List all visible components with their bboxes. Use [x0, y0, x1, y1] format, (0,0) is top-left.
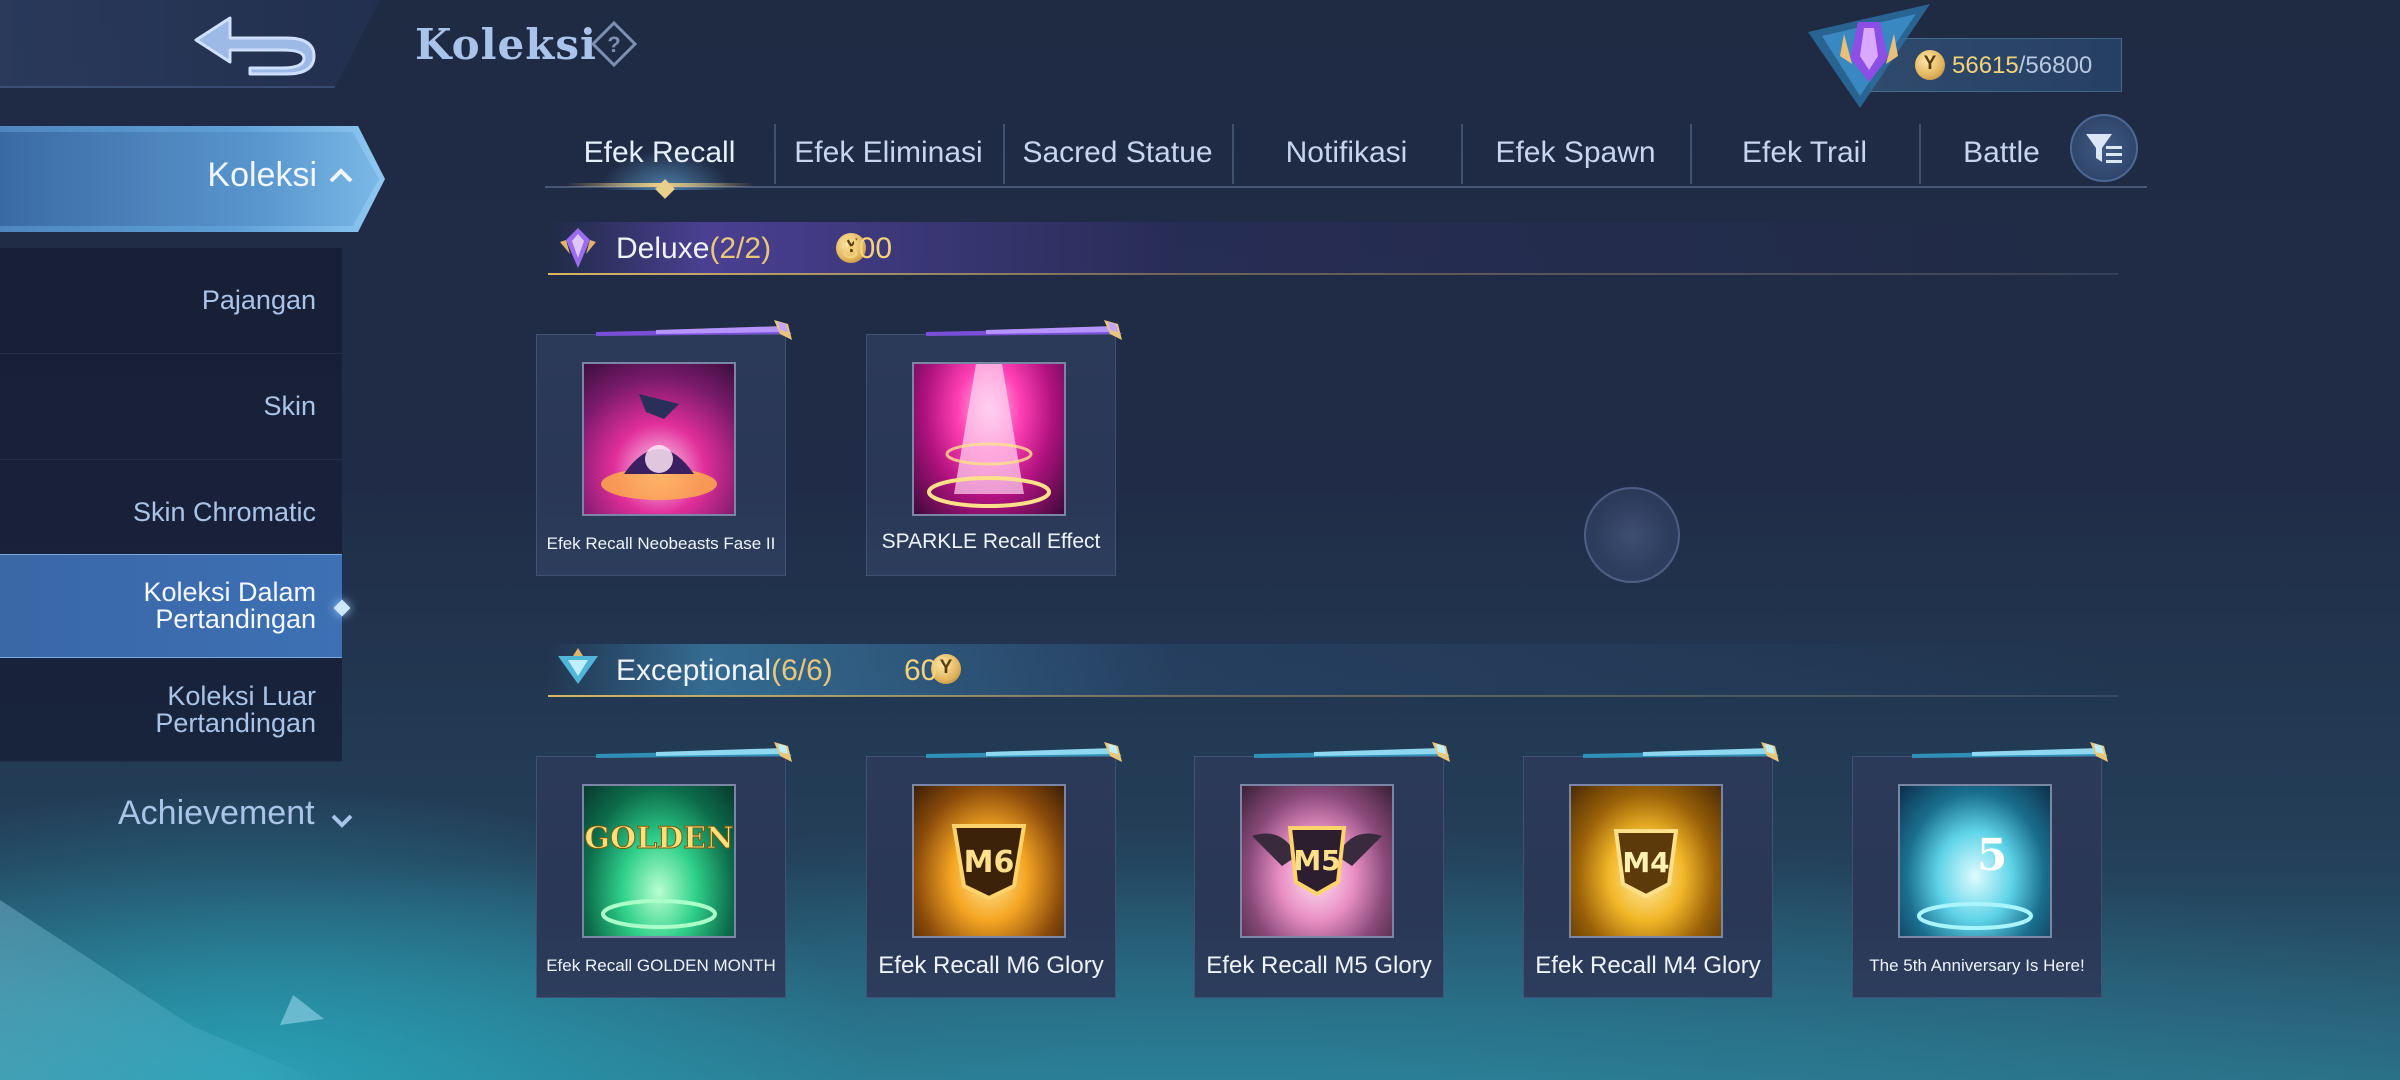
chevron-up-icon [329, 168, 353, 183]
golden-month-art-icon: GOLDEN [584, 821, 734, 929]
recall-card[interactable]: M4 Efek Recall M4 Glory [1523, 736, 1779, 998]
back-arrow-icon [194, 16, 316, 76]
card-thumbnail [912, 362, 1066, 516]
exceptional-price: 60 [904, 654, 938, 687]
card-label: Efek Recall GOLDEN MONTH [546, 956, 776, 975]
filter-icon [2086, 134, 2122, 163]
m4-glory-art-icon: M4 [1613, 829, 1679, 899]
sidebar-item-label: Skin Chromatic [132, 497, 316, 527]
tab-efek-recall[interactable]: Efek Recall [545, 122, 774, 184]
deluxe-header-line [548, 273, 2118, 275]
card-thumbnail: M6 [912, 784, 1066, 938]
card-rarity-ribbon [1583, 742, 1779, 762]
deluxe-gem-icon [560, 228, 596, 268]
tab-efek-trail[interactable]: Efek Trail [1690, 122, 1919, 184]
currency-counter: 56615/56800 [1952, 52, 2092, 80]
filter-button[interactable] [2070, 114, 2138, 182]
recall-card[interactable]: GOLDEN Efek Recall GOLDEN MONTH [536, 736, 792, 998]
recall-card[interactable]: M5 Efek Recall M5 Glory [1194, 736, 1450, 998]
deluxe-title: Deluxe(2/2) [616, 232, 771, 266]
sidebar-item-skin-chromatic[interactable]: Skin Chromatic [0, 460, 342, 566]
sidebar-active-inner [0, 132, 379, 226]
currency-max: 56800 [2025, 52, 2093, 79]
sidebar-item-koleksi-dalam-pertandingan[interactable]: Koleksi Dalam Pertandingan [0, 554, 342, 658]
card-label: The 5th Anniversary Is Here! [1869, 956, 2085, 975]
decorative-crystal [0, 900, 320, 1080]
card-rarity-ribbon [596, 742, 792, 762]
art-text: M5 [1293, 844, 1340, 877]
tab-sacred-statue[interactable]: Sacred Statue [1003, 122, 1232, 184]
sidebar-item-label: Koleksi Dalam Pertandingan [143, 577, 316, 634]
card-label: Efek Recall M6 Glory [878, 952, 1104, 979]
sidebar-achievement[interactable]: Achievement [118, 794, 315, 833]
card-rarity-ribbon [1254, 742, 1450, 762]
sidebar-item-label: Skin [263, 391, 316, 421]
page-title: Koleksi [415, 20, 597, 69]
exceptional-gem-icon [558, 648, 598, 684]
tab-bar: Efek Recall Efek Eliminasi Sacred Statue… [545, 118, 2147, 188]
art-text: M6 [964, 845, 1015, 880]
card-label: SPARKLE Recall Effect [881, 530, 1101, 553]
sidebar-item-label: Pajangan [201, 285, 316, 315]
card-label: Efek Recall M4 Glory [1535, 952, 1761, 979]
card-rarity-ribbon [926, 742, 1122, 762]
card-label: Efek Recall M5 Glory [1206, 952, 1432, 979]
card-rarity-ribbon [926, 320, 1122, 340]
card-thumbnail: 5 [1898, 784, 2052, 938]
m5-glory-art-icon: M5 [1252, 826, 1382, 897]
recall-card[interactable]: SPARKLE Recall Effect [866, 314, 1122, 576]
sidebar-active-label: Koleksi [207, 156, 317, 194]
help-icon[interactable]: ? [590, 20, 638, 68]
tab-baseline [545, 186, 2147, 188]
card-thumbnail: M5 [1240, 784, 1394, 938]
section-name: Deluxe [616, 232, 710, 265]
back-button[interactable] [190, 10, 320, 78]
deluxe-header-band [548, 222, 2118, 274]
chevron-down-icon [331, 814, 353, 828]
card-thumbnail: M4 [1569, 784, 1723, 938]
section-name: Exceptional [616, 654, 772, 687]
section-count: (2/2) [709, 232, 772, 265]
card-thumbnail: GOLDEN [582, 784, 736, 938]
art-text: GOLDEN [584, 821, 733, 856]
m6-glory-art-icon: M6 [951, 824, 1027, 901]
tab-notifikasi[interactable]: Notifikasi [1232, 122, 1461, 184]
exceptional-header-line [548, 695, 2118, 697]
sidebar-koleksi-active[interactable]: Koleksi [0, 126, 385, 232]
anniversary-art-icon: 5 [1917, 816, 2033, 930]
card-rarity-ribbon [1912, 742, 2108, 762]
exceptional-title: Exceptional(6/6) [616, 654, 833, 688]
currency-current: 56615 [1952, 52, 2019, 79]
decorative-crystal [280, 995, 324, 1025]
card-thumbnail [582, 362, 736, 516]
neobeasts-art-icon [601, 394, 717, 500]
art-text: 5 [1977, 830, 2008, 881]
tab-efek-eliminasi[interactable]: Efek Eliminasi [774, 122, 1003, 184]
tab-battle[interactable]: Battle [1919, 122, 2084, 184]
recall-card[interactable]: M6 Efek Recall M6 Glory [866, 736, 1122, 998]
tab-efek-spawn[interactable]: Efek Spawn [1461, 122, 1690, 184]
coin-icon [1915, 50, 1945, 80]
art-text: M4 [1622, 846, 1669, 879]
sparkle-beam-icon [927, 364, 1051, 508]
card-rarity-ribbon [596, 320, 792, 340]
card-label: Efek Recall Neobeasts Fase II [546, 534, 776, 553]
sidebar-item-label: Koleksi Luar Pertandingan [155, 680, 316, 738]
svg-text:?: ? [607, 32, 620, 57]
sidebar-item-koleksi-luar-pertandingan[interactable]: Koleksi Luar Pertandingan [0, 658, 342, 762]
floating-joystick[interactable] [1584, 487, 1680, 583]
recall-card[interactable]: Efek Recall Neobeasts Fase II [536, 314, 792, 576]
sidebar-item-skin[interactable]: Skin [0, 354, 342, 460]
deluxe-price: 300 [842, 232, 893, 265]
section-count: (6/6) [771, 654, 833, 687]
sidebar-list: Pajangan Skin Skin Chromatic Koleksi Dal… [0, 248, 342, 762]
sidebar-item-pajangan[interactable]: Pajangan [0, 248, 342, 354]
recall-card[interactable]: 5 The 5th Anniversary Is Here! [1852, 736, 2108, 998]
